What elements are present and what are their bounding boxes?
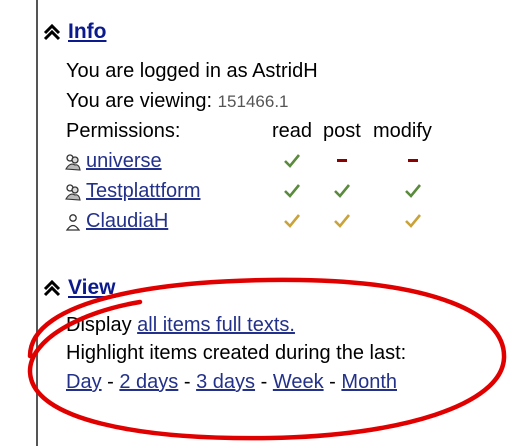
perm-row-universe: universe — [64, 150, 162, 173]
period-links: Day - 2 days - 3 days - Week - Month — [66, 371, 397, 394]
period-separator: - — [329, 371, 336, 393]
post-denied-dash-icon — [337, 159, 347, 162]
viewing-label: You are viewing: — [66, 90, 213, 112]
perm-header-modify: modify — [373, 120, 432, 142]
viewing-line: You are viewing: 151466.1 — [66, 90, 289, 113]
permissions-header-row: Permissions: — [66, 120, 180, 143]
view-section-header[interactable]: View — [42, 276, 115, 300]
perm-link-testplattform[interactable]: Testplattform — [86, 180, 200, 203]
read-check-icon — [284, 184, 301, 198]
collapse-chevron-icon[interactable] — [42, 278, 62, 298]
collapse-chevron-icon[interactable] — [42, 22, 62, 42]
viewing-value: 151466.1 — [217, 92, 289, 111]
period-separator: - — [260, 371, 268, 393]
display-line: Display all items full texts. — [66, 314, 295, 337]
period-link-month[interactable]: Month — [341, 371, 397, 393]
display-label: Display — [66, 314, 132, 336]
period-link-week[interactable]: Week — [273, 371, 324, 393]
perm-row-testplattform: Testplattform — [64, 180, 200, 203]
perm-header-read: read — [272, 120, 313, 142]
period-separator: - — [183, 371, 191, 393]
user-icon — [65, 213, 81, 231]
group-icon — [65, 183, 81, 201]
highlight-label: Highlight items created during the last: — [66, 342, 407, 364]
logged-in-text: You are logged in as AstridH — [66, 60, 318, 82]
perm-header-post: post — [323, 120, 361, 142]
all-items-full-texts-link[interactable]: all items full texts. — [137, 314, 295, 336]
post-check-icon — [334, 214, 351, 228]
period-link-3-days[interactable]: 3 days — [196, 371, 255, 393]
perm-row-claudiah: ClaudiaH — [64, 210, 168, 233]
perm-link-universe[interactable]: universe — [86, 150, 162, 173]
info-title-link[interactable]: Info — [68, 20, 106, 44]
modify-denied-dash-icon — [408, 159, 418, 162]
period-separator: - — [107, 371, 114, 393]
read-check-icon — [284, 214, 301, 228]
read-check-icon — [284, 154, 301, 168]
permissions-label: Permissions: — [66, 120, 181, 142]
period-link-day[interactable]: Day — [66, 371, 102, 393]
view-title-link[interactable]: View — [68, 276, 115, 300]
modify-check-icon — [405, 214, 422, 228]
group-icon — [65, 153, 81, 171]
post-check-icon — [334, 184, 351, 198]
perm-link-claudiah[interactable]: ClaudiaH — [86, 210, 168, 233]
modify-check-icon — [405, 184, 422, 198]
period-link-2-days[interactable]: 2 days — [119, 371, 178, 393]
info-section-header[interactable]: Info — [42, 20, 106, 44]
